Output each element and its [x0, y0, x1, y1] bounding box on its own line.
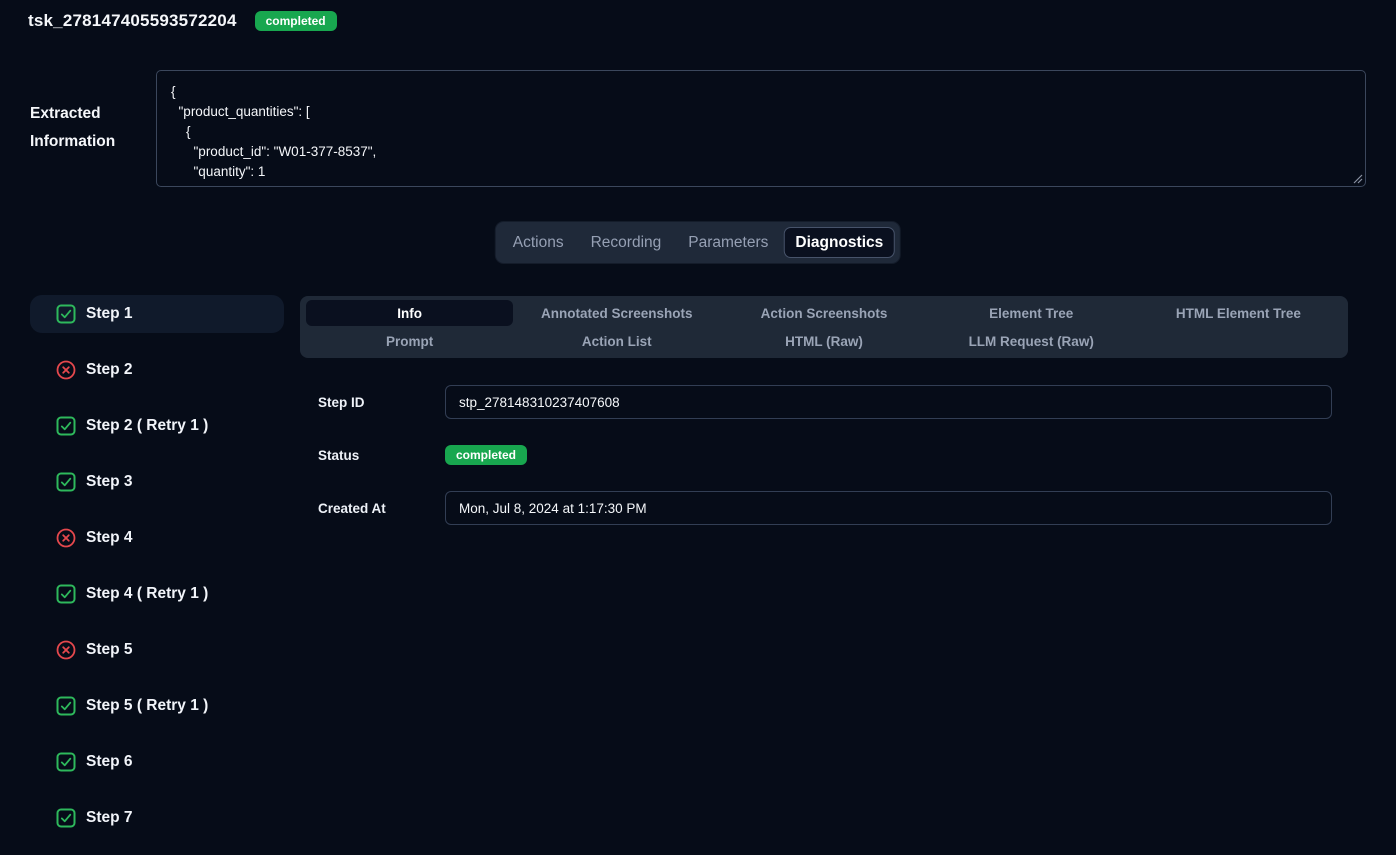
extracted-info-label-line2: Information [30, 128, 115, 156]
subtab-info[interactable]: Info [306, 300, 513, 326]
step-label: Step 5 [86, 641, 133, 659]
status-label: Status [300, 448, 445, 463]
step-label: Step 3 [86, 473, 133, 491]
tab-actions[interactable]: Actions [501, 227, 576, 258]
extracted-info-container: { "product_quantities": [ { "product_id"… [156, 70, 1366, 187]
success-check-icon [56, 696, 76, 716]
textarea-resize-handle-icon[interactable] [1353, 174, 1363, 184]
main-tabbar: Actions Recording Parameters Diagnostics [495, 221, 901, 264]
subtab-action-screenshots[interactable]: Action Screenshots [720, 300, 927, 326]
subtab-element-tree[interactable]: Element Tree [928, 300, 1135, 326]
step-item-6[interactable]: Step 6 [30, 743, 284, 781]
diagnostics-subtabs: Info Annotated Screenshots Action Screen… [300, 296, 1348, 358]
step-label: Step 2 ( Retry 1 ) [86, 417, 208, 435]
subtab-html-element-tree[interactable]: HTML Element Tree [1135, 300, 1342, 326]
extracted-info-label: Extracted Information [30, 100, 115, 156]
tab-recording[interactable]: Recording [579, 227, 674, 258]
error-x-icon [56, 640, 76, 660]
subtab-action-list[interactable]: Action List [513, 328, 720, 354]
step-label: Step 4 [86, 529, 133, 547]
error-x-icon [56, 360, 76, 380]
step-label: Step 1 [86, 305, 133, 323]
success-check-icon [56, 472, 76, 492]
success-check-icon [56, 304, 76, 324]
task-status-badge: completed [255, 11, 337, 31]
subtab-annotated-screenshots[interactable]: Annotated Screenshots [513, 300, 720, 326]
step-label: Step 6 [86, 753, 133, 771]
created-at-label: Created At [300, 501, 445, 516]
field-row-status: Status completed [300, 438, 1348, 472]
task-id-title: tsk_278147405593572204 [28, 11, 237, 31]
tab-diagnostics[interactable]: Diagnostics [783, 227, 895, 258]
step-label: Step 7 [86, 809, 133, 827]
success-check-icon [56, 584, 76, 604]
steps-sidebar: Step 1 Step 2 Step 2 ( Retry 1 ) Step 3 … [30, 295, 284, 855]
subtab-llm-request-raw[interactable]: LLM Request (Raw) [928, 328, 1135, 354]
step-item-5-retry-1[interactable]: Step 5 ( Retry 1 ) [30, 687, 284, 725]
created-at-input[interactable] [445, 491, 1332, 525]
step-item-2[interactable]: Step 2 [30, 351, 284, 389]
success-check-icon [56, 416, 76, 436]
info-fields: Step ID Status completed Created At [300, 385, 1348, 525]
field-row-step-id: Step ID [300, 385, 1348, 419]
step-item-7[interactable]: Step 7 [30, 799, 284, 837]
subtab-prompt[interactable]: Prompt [306, 328, 513, 354]
step-label: Step 2 [86, 361, 133, 379]
diagnostics-panel: Info Annotated Screenshots Action Screen… [300, 296, 1348, 544]
step-item-2-retry-1[interactable]: Step 2 ( Retry 1 ) [30, 407, 284, 445]
step-item-1[interactable]: Step 1 [30, 295, 284, 333]
subtab-spacer [1135, 328, 1342, 354]
success-check-icon [56, 808, 76, 828]
step-id-input[interactable] [445, 385, 1332, 419]
step-item-5[interactable]: Step 5 [30, 631, 284, 669]
step-label: Step 4 ( Retry 1 ) [86, 585, 208, 603]
field-row-created-at: Created At [300, 491, 1348, 525]
step-status-badge: completed [445, 445, 527, 465]
step-item-4-retry-1[interactable]: Step 4 ( Retry 1 ) [30, 575, 284, 613]
step-id-label: Step ID [300, 395, 445, 410]
subtab-html-raw[interactable]: HTML (Raw) [720, 328, 927, 354]
extracted-info-label-line1: Extracted [30, 100, 115, 128]
error-x-icon [56, 528, 76, 548]
step-label: Step 5 ( Retry 1 ) [86, 697, 208, 715]
status-badge-wrap: completed [445, 445, 1348, 465]
success-check-icon [56, 752, 76, 772]
extracted-info-textarea[interactable]: { "product_quantities": [ { "product_id"… [156, 70, 1366, 187]
step-item-3[interactable]: Step 3 [30, 463, 284, 501]
task-header: tsk_278147405593572204 completed [28, 11, 337, 31]
step-item-4[interactable]: Step 4 [30, 519, 284, 557]
tab-parameters[interactable]: Parameters [676, 227, 780, 258]
